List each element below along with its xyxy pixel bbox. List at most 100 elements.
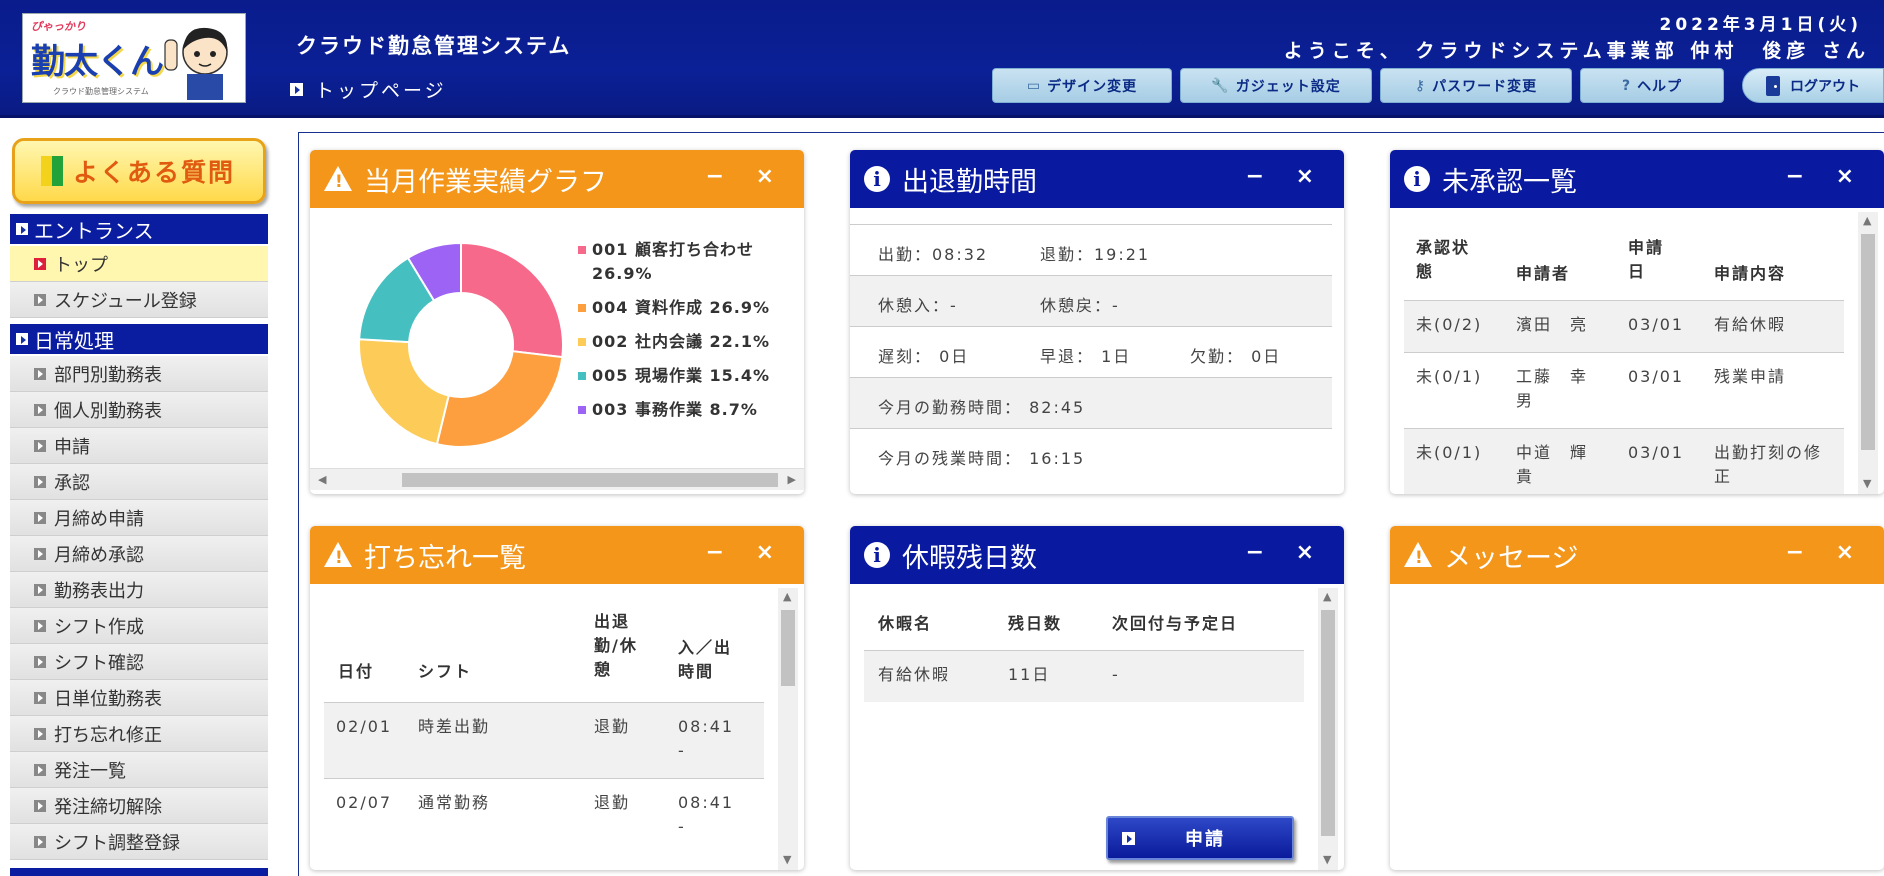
- table-row[interactable]: 02/01 時差出勤 退勤 08:41 -: [324, 702, 764, 778]
- leave-name: 有給休暇: [878, 665, 951, 684]
- nav-bullet-icon: [34, 257, 46, 270]
- close-button[interactable]: ×: [1836, 164, 1854, 189]
- attendance-row-worktime: 今月の勤務時間： 82:45: [850, 377, 1332, 428]
- sidebar-item-order-list[interactable]: 発注一覧: [10, 752, 268, 788]
- close-button[interactable]: ×: [756, 164, 774, 189]
- applicant: 工藤 幸男: [1516, 367, 1589, 410]
- apply-date: 03/01: [1628, 443, 1685, 462]
- scrollbar-thumb[interactable]: [1861, 234, 1875, 450]
- scroll-left-icon[interactable]: ◀: [318, 473, 326, 486]
- warning-icon: [1404, 542, 1432, 568]
- panel-title: 当月作業実績グラフ: [364, 166, 607, 198]
- minimize-button[interactable]: −: [1246, 540, 1264, 565]
- password-change-label: パスワード変更: [1432, 78, 1538, 95]
- donut-slice-1[interactable]: [460, 241, 564, 359]
- logo-main-text: 勤太くん: [31, 42, 164, 82]
- vertical-scrollbar[interactable]: ▲ ▼: [778, 588, 798, 870]
- breadcrumb: トップページ: [290, 76, 447, 103]
- nav-bullet-icon: [34, 511, 46, 524]
- faq-label: よくある質問: [73, 158, 236, 187]
- table-row[interactable]: 未(0/2) 濱田 亮 03/01 有給休暇: [1404, 300, 1844, 352]
- table-row[interactable]: 02/07 通常勤務 退勤 08:41 -: [324, 778, 764, 854]
- sidebar-item-request[interactable]: 申請: [10, 428, 268, 464]
- nav-bullet-icon: [34, 835, 46, 848]
- minimize-button[interactable]: −: [1786, 540, 1804, 565]
- sidebar-item-shift-confirm[interactable]: シフト確認: [10, 644, 268, 680]
- nav-bullet-icon: [34, 763, 46, 776]
- logo-caption: クラウド勤怠管理システム: [53, 87, 149, 96]
- sidebar-item-personal-schedule[interactable]: 個人別勤務表: [10, 392, 268, 428]
- sidebar-item-approval[interactable]: 承認: [10, 464, 268, 500]
- scrollbar-thumb[interactable]: [1321, 610, 1335, 836]
- scroll-down-icon[interactable]: ▼: [1863, 477, 1871, 490]
- faq-button[interactable]: よくある質問: [12, 138, 266, 204]
- sidebar-item-schedule-output[interactable]: 勤務表出力: [10, 572, 268, 608]
- row-date: 02/07: [336, 793, 393, 812]
- sidebar-item-month-close-approval[interactable]: 月締め承認: [10, 536, 268, 572]
- scroll-down-icon[interactable]: ▼: [1323, 853, 1331, 866]
- scroll-up-icon[interactable]: ▲: [1323, 590, 1331, 603]
- design-change-button[interactable]: ▭ デザイン変更: [992, 68, 1172, 103]
- donut-slice-2[interactable]: [435, 350, 564, 448]
- nav-bullet-icon: [34, 367, 46, 380]
- sidebar-item-shift-adjust[interactable]: シフト調整登録: [10, 824, 268, 860]
- sidebar-item-month-close-request[interactable]: 月締め申請: [10, 500, 268, 536]
- nav-bullet-icon: [34, 619, 46, 632]
- close-button[interactable]: ×: [1296, 164, 1314, 189]
- horizontal-scrollbar[interactable]: ◀ ▶: [310, 468, 804, 490]
- legend-label: 001 顧客打ち合わせ 26.9%: [592, 240, 754, 283]
- sidebar-section-entrance[interactable]: エントランス: [10, 214, 268, 244]
- legend-item: 002 社内会議 22.1%: [578, 330, 804, 354]
- scrollbar-thumb[interactable]: [781, 610, 795, 686]
- question-icon: ?: [1621, 77, 1632, 94]
- vertical-scrollbar[interactable]: ▲ ▼: [1858, 212, 1878, 494]
- close-button[interactable]: ×: [1836, 540, 1854, 565]
- password-change-button[interactable]: ⚷ パスワード変更: [1380, 68, 1572, 103]
- sidebar-item-forgotten-fix[interactable]: 打ち忘れ修正: [10, 716, 268, 752]
- close-button[interactable]: ×: [756, 540, 774, 565]
- logo-subtext: ぴゃっかり: [31, 20, 86, 33]
- sidebar-item-top[interactable]: トップ: [10, 246, 268, 282]
- sidebar-item-daily-schedule[interactable]: 日単位勤務表: [10, 680, 268, 716]
- app-logo[interactable]: ぴゃっかり 勤太くん クラウド勤怠管理システム: [22, 13, 246, 103]
- leave-apply-button[interactable]: 申請: [1106, 816, 1294, 860]
- minimize-button[interactable]: −: [1786, 164, 1804, 189]
- sidebar-item-label: スケジュール登録: [54, 290, 197, 312]
- minimize-button[interactable]: −: [706, 164, 724, 189]
- applicant: 中道 輝貴: [1516, 443, 1589, 486]
- nav-bullet-icon: [34, 727, 46, 740]
- sidebar-section-daily[interactable]: 日常処理: [10, 324, 268, 354]
- scroll-down-icon[interactable]: ▼: [783, 853, 791, 866]
- help-button[interactable]: ? ヘルプ: [1580, 68, 1724, 103]
- scroll-right-icon[interactable]: ▶: [788, 473, 796, 486]
- sidebar-item-label: 承認: [54, 472, 90, 494]
- column-header: 申請内容: [1714, 264, 1787, 283]
- sidebar-item-dept-schedule[interactable]: 部門別勤務表: [10, 356, 268, 392]
- gadget-settings-button[interactable]: 🔧 ガジェット設定: [1180, 68, 1372, 103]
- nav-bullet-icon: [34, 475, 46, 488]
- panel-attendance: i 出退勤時間 − × 出勤：08:32 退勤：19:21 休憩入：- 休憩戻：…: [850, 150, 1344, 494]
- donut-slice-3[interactable]: [358, 338, 450, 446]
- scroll-up-icon[interactable]: ▲: [1863, 214, 1871, 227]
- sidebar-item-label: 勤務表出力: [54, 580, 144, 602]
- scroll-up-icon[interactable]: ▲: [783, 590, 791, 603]
- legend-swatch: [578, 246, 586, 254]
- table-row[interactable]: 未(0/1) 工藤 幸男 03/01 残業申請: [1404, 352, 1844, 428]
- table-row[interactable]: 未(0/1) 中道 輝貴 03/01 出勤打刻の修正: [1404, 428, 1844, 494]
- vertical-scrollbar[interactable]: ▲ ▼: [1318, 588, 1338, 870]
- sidebar-item-label: 打ち忘れ修正: [54, 724, 162, 746]
- close-button[interactable]: ×: [1296, 540, 1314, 565]
- sidebar-item-label: トップ: [54, 254, 108, 276]
- minimize-button[interactable]: −: [706, 540, 724, 565]
- table-row[interactable]: 有給休暇 11日 -: [864, 650, 1304, 702]
- section-bullet-icon: [16, 223, 28, 235]
- sidebar-item-label: シフト作成: [54, 616, 144, 638]
- sidebar-item-shift-create[interactable]: シフト作成: [10, 608, 268, 644]
- minimize-button[interactable]: −: [1246, 164, 1264, 189]
- sidebar-item-order-deadline-release[interactable]: 発注締切解除: [10, 788, 268, 824]
- sidebar-item-schedule[interactable]: スケジュール登録: [10, 282, 268, 318]
- scrollbar-thumb[interactable]: [402, 473, 778, 487]
- panel-header: 当月作業実績グラフ − ×: [310, 150, 804, 208]
- logout-button[interactable]: ログアウト: [1742, 68, 1884, 103]
- panel-message: メッセージ − ×: [1390, 526, 1884, 870]
